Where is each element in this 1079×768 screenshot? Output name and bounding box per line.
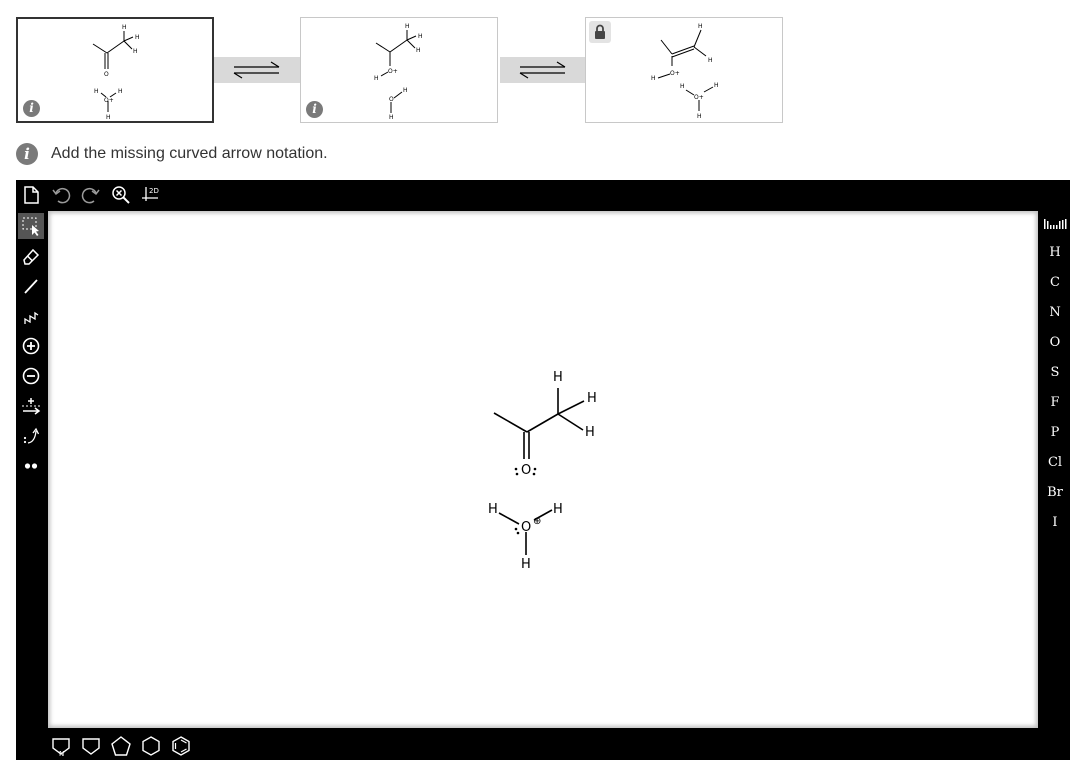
svg-text:O: O	[104, 71, 109, 78]
info-icon[interactable]: i	[306, 101, 323, 118]
svg-text:H: H	[651, 75, 656, 82]
step-card-3[interactable]: H H H O+ H O+ H H	[585, 17, 783, 123]
undo-icon[interactable]	[50, 184, 72, 206]
benzene-n-icon[interactable]: N	[50, 735, 72, 758]
bond[interactable]	[557, 400, 585, 415]
molecule-drawing: H H H O H O H H ⊕	[488, 370, 597, 572]
periodic-table-icon[interactable]	[1043, 217, 1067, 231]
atom-h[interactable]: H	[521, 557, 531, 572]
redo-icon[interactable]	[80, 184, 102, 206]
svg-text:H: H	[389, 114, 394, 121]
svg-text:H: H	[708, 57, 713, 64]
svg-text:O+: O+	[104, 97, 114, 104]
element-button-s[interactable]: S	[1040, 361, 1070, 385]
positive-charge[interactable]: ⊕	[533, 516, 541, 527]
svg-text:H: H	[405, 23, 410, 30]
select-icon[interactable]	[18, 213, 44, 239]
bond[interactable]	[526, 413, 559, 433]
svg-text:H: H	[133, 48, 138, 55]
mechanism-steps: H H H O H O+ H H i H H H H O+ O H H i H …	[16, 17, 786, 127]
element-button-h[interactable]: H	[1040, 241, 1070, 265]
svg-text:H: H	[418, 33, 423, 40]
svg-text:H: H	[135, 34, 140, 41]
step-card-1[interactable]: H H H O H O+ H H i	[16, 17, 214, 123]
bond[interactable]	[493, 412, 528, 433]
curved-arrow-icon[interactable]	[18, 423, 44, 449]
cyclohexane-icon[interactable]	[140, 735, 162, 757]
equilibrium-connector-2	[500, 57, 586, 83]
svg-text:O+: O+	[388, 68, 398, 75]
element-button-br[interactable]: Br	[1040, 481, 1070, 505]
element-button-n[interactable]: N	[1040, 301, 1070, 325]
element-button-f[interactable]: F	[1040, 391, 1070, 415]
right-toolbar: H C N O S F P Cl Br I	[1040, 211, 1070, 731]
eraser-icon[interactable]	[18, 243, 44, 269]
svg-text:H: H	[680, 83, 685, 90]
element-button-i[interactable]: I	[1040, 511, 1070, 535]
svg-text:H: H	[118, 88, 123, 95]
atom-o[interactable]: O	[521, 520, 531, 535]
single-bond-icon[interactable]	[18, 273, 44, 299]
structure-editor: 2D H H H O H O H H ⊕ H C N O S F P Cl Br…	[16, 180, 1070, 760]
element-button-p[interactable]: P	[1040, 421, 1070, 445]
svg-text:H: H	[106, 114, 111, 121]
zoom-clear-icon[interactable]	[110, 184, 132, 206]
benzene-icon[interactable]	[170, 735, 192, 757]
svg-text:H: H	[122, 24, 127, 31]
svg-text:2D: 2D	[149, 187, 159, 195]
step-1-structure: H H H O H O+ H H	[92, 24, 140, 121]
cyclopentane-icon[interactable]	[110, 735, 132, 757]
atom-h[interactable]: H	[585, 425, 595, 440]
bond[interactable]	[557, 413, 584, 431]
svg-text:O+: O+	[670, 70, 680, 77]
new-document-icon[interactable]	[20, 184, 42, 206]
bottom-toolbar: N	[16, 731, 1070, 760]
lock-icon	[589, 21, 611, 43]
atom-h[interactable]: H	[553, 370, 563, 385]
top-toolbar: 2D	[16, 180, 1070, 211]
left-toolbar	[16, 211, 46, 731]
svg-text:H: H	[94, 88, 99, 95]
info-icon[interactable]: i	[23, 100, 40, 117]
svg-text:H: H	[374, 75, 379, 82]
info-icon[interactable]: i	[16, 143, 38, 165]
reaction-arrow-icon[interactable]	[18, 393, 44, 419]
bond[interactable]	[498, 512, 520, 525]
drawing-canvas[interactable]: H H H O H O H H ⊕	[48, 211, 1038, 728]
svg-text:O: O	[389, 96, 394, 103]
step-3-structure: H H H O+ H O+ H H	[651, 23, 719, 120]
atom-o[interactable]: O	[521, 463, 531, 478]
step-2-structure: H H H H O+ O H H	[374, 23, 423, 121]
element-button-o[interactable]: O	[1040, 331, 1070, 355]
svg-text:N: N	[59, 750, 64, 757]
equilibrium-arrow-icon	[233, 61, 280, 79]
atom-h[interactable]: H	[488, 502, 498, 517]
atom-h[interactable]: H	[587, 391, 597, 406]
atom-h[interactable]: H	[553, 502, 563, 517]
svg-text:H: H	[403, 87, 408, 94]
svg-text:H: H	[698, 23, 703, 30]
equilibrium-arrow-icon	[519, 61, 566, 79]
svg-text:H: H	[416, 47, 421, 54]
element-button-cl[interactable]: Cl	[1040, 451, 1070, 475]
step-card-2[interactable]: H H H H O+ O H H i	[300, 17, 498, 123]
svg-text:H: H	[697, 113, 702, 120]
chain-icon[interactable]	[18, 303, 44, 329]
element-button-c[interactable]: C	[1040, 271, 1070, 295]
lone-pair-icon[interactable]	[18, 453, 44, 479]
positive-charge-icon[interactable]	[18, 333, 44, 359]
instruction-text: Add the missing curved arrow notation.	[51, 145, 328, 162]
svg-text:O+: O+	[694, 94, 704, 101]
negative-charge-icon[interactable]	[18, 363, 44, 389]
clean-2d-icon[interactable]: 2D	[140, 184, 168, 206]
equilibrium-connector-1	[214, 57, 300, 83]
cyclobutane-icon[interactable]	[80, 735, 102, 757]
svg-text:H: H	[714, 82, 719, 89]
